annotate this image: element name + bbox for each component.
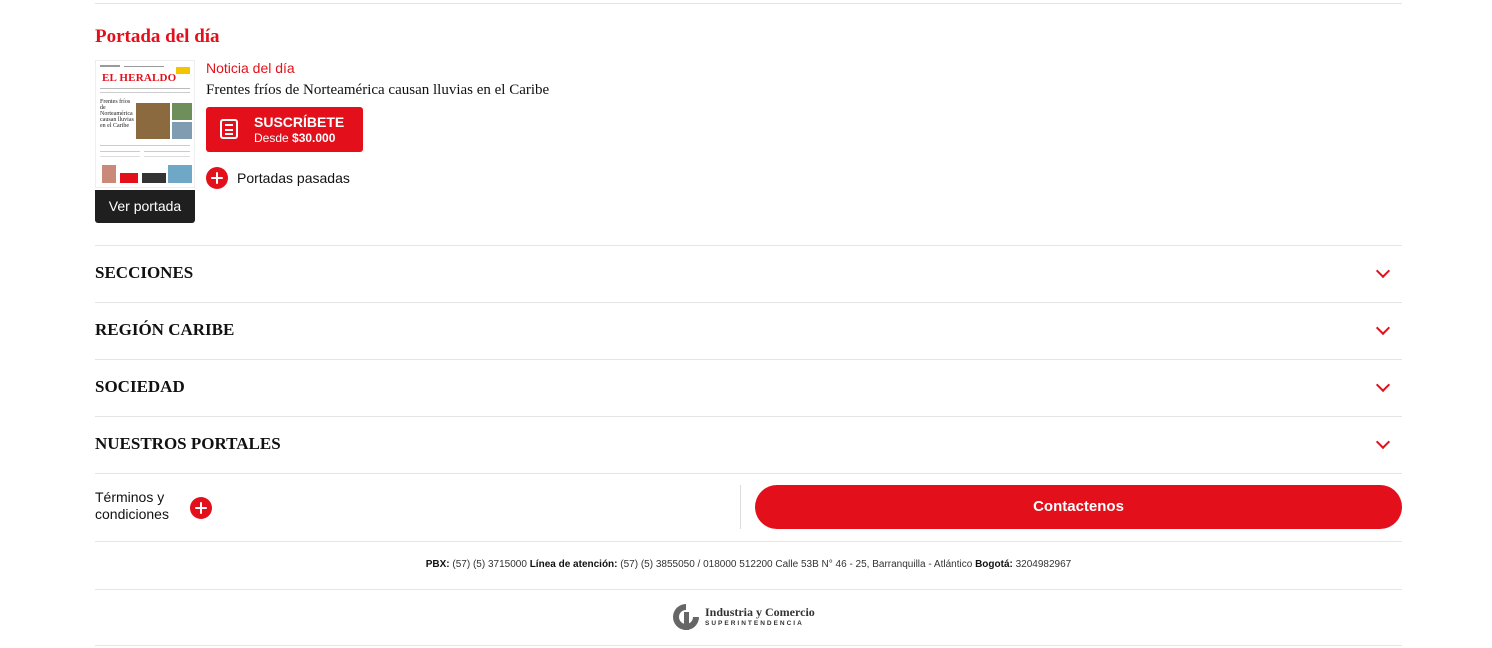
cover-rule [100,145,190,146]
subscribe-title: SUSCRÍBETE [254,114,345,130]
past-covers-link[interactable]: Portadas pasadas [237,170,350,186]
subscribe-prefix: Desde [254,131,289,145]
bogota-label: Bogotá: [975,559,1013,570]
chevron-down-icon[interactable] [1375,377,1391,393]
accordion-region-caribe[interactable]: REGIÓN CARIBE [95,320,234,340]
sic-subtitle: SUPERINTENDENCIA [705,620,804,627]
divider [95,589,1402,590]
top-divider [95,3,1402,4]
vertical-divider [740,485,741,529]
cover-photo [172,122,192,139]
accordion-secciones[interactable]: SECCIONES [95,263,193,283]
cover-photo [136,103,170,139]
plus-circle-icon[interactable] [190,497,212,519]
subscribe-price: $30.000 [292,131,336,145]
footer-region: Portada del día EL HERALDO Frentes fríos… [95,0,1402,648]
divider [95,302,1402,303]
pbx-label: PBX: [425,559,450,570]
newspaper-icon [220,119,238,139]
sic-title: Industria y Comercio [705,605,815,619]
cover-rule [100,65,120,67]
chevron-down-icon[interactable] [1375,434,1391,450]
accordion-nuestros-portales[interactable]: NUESTROS PORTALES [95,434,281,454]
cover-ad [142,173,166,183]
cover-tag [176,67,190,74]
cover-rule [100,92,190,93]
cover-rule [144,151,190,152]
cover-headline: Frentes fríos de Norteamérica causan llu… [100,99,134,129]
subscribe-button[interactable]: SUSCRÍBETE Desde $30.000 [206,107,363,152]
terms-line-2: condiciones [95,506,169,522]
cover-photo [102,165,116,183]
cover-thumbnail[interactable]: EL HERALDO Frentes fríos de Norteamérica… [95,60,195,188]
cover-rule [100,156,140,157]
cover-rule [124,66,164,67]
divider [95,541,1402,542]
divider [95,473,1402,474]
contact-info: PBX: (57) (5) 3715000 Línea de atención:… [95,559,1402,570]
sic-logo-icon [673,604,699,630]
linea-value: (57) (5) 3855050 / 018000 512200 Calle 5… [617,559,976,570]
terms-link[interactable]: Términos y condiciones [95,489,169,523]
chevron-down-icon[interactable] [1375,320,1391,336]
portada-title: Portada del día [95,26,220,47]
pbx-value: (57) (5) 3715000 [449,559,530,570]
cover-photo [172,103,192,120]
view-cover-button[interactable]: Ver portada [95,190,195,223]
sic-logo-link[interactable]: Industria y Comercio SUPERINTENDENCIA [671,600,831,634]
divider [95,645,1402,646]
news-of-day-label: Noticia del día [206,60,295,76]
cover-rule [100,88,190,89]
news-of-day-title[interactable]: Frentes fríos de Norteamérica causan llu… [206,82,549,99]
accordion-sociedad[interactable]: SOCIEDAD [95,377,185,397]
cover-rule [144,156,190,157]
bogota-value: 3204982967 [1012,559,1072,570]
divider [95,359,1402,360]
chevron-down-icon[interactable] [1375,263,1391,279]
plus-circle-icon[interactable] [206,167,228,189]
linea-label: Línea de atención: [529,559,618,570]
cover-rule [100,151,140,152]
cover-ad [120,173,138,183]
cover-masthead: EL HERALDO [102,72,177,84]
subscribe-price-line: Desde $30.000 [254,131,335,145]
divider [95,416,1402,417]
cover-photo [168,165,192,183]
terms-line-1: Términos y [95,489,165,505]
divider [95,245,1402,246]
contact-button[interactable]: Contactenos [755,485,1402,529]
